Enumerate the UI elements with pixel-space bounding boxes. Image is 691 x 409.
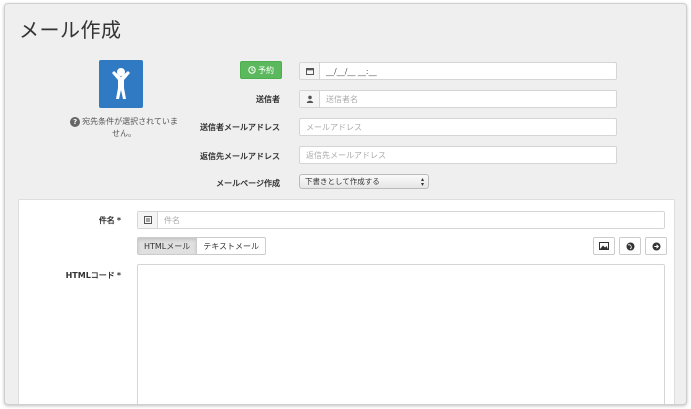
subject-placeholder: 件名 bbox=[164, 215, 180, 225]
clock-icon bbox=[248, 66, 256, 74]
tab-text-mail[interactable]: テキストメール bbox=[197, 237, 267, 255]
mail-type-tabs: HTMLメール テキストメール bbox=[137, 237, 267, 255]
subject-field[interactable]: 件名 bbox=[137, 211, 665, 229]
tab-html-mail[interactable]: HTMLメール bbox=[137, 237, 198, 255]
sender-name-field[interactable]: 送信者名 bbox=[299, 90, 617, 108]
reserve-button[interactable]: 予約 bbox=[240, 61, 282, 79]
datetime-field[interactable]: __/__/__ __:__ bbox=[299, 62, 617, 80]
sender-email-field[interactable]: メールアドレス bbox=[299, 118, 617, 136]
globe-button[interactable] bbox=[619, 237, 641, 255]
datetime-placeholder: __/__/__ __:__ bbox=[326, 66, 377, 76]
select-arrows-icon: ▴ ▾ bbox=[420, 175, 424, 188]
editor-panel: 件名 * 件名 HTMLメール テキストメール HTMLコード * bbox=[18, 199, 675, 404]
reply-email-field[interactable]: 返信先メールアドレス bbox=[299, 146, 617, 164]
sender-email-placeholder: メールアドレス bbox=[306, 122, 362, 132]
subject-label: 件名 * bbox=[98, 216, 121, 225]
reply-email-placeholder: 返信先メールアドレス bbox=[306, 150, 386, 160]
page-title: メール作成 bbox=[19, 18, 122, 42]
calendar-icon bbox=[300, 63, 320, 79]
reserve-label: 予約 bbox=[258, 65, 274, 75]
reply-email-label: 返信先メールアドレス bbox=[200, 152, 280, 161]
sender-email-label: 送信者メールアドレス bbox=[200, 123, 280, 132]
html-code-textarea[interactable] bbox=[137, 264, 665, 404]
insert-image-button[interactable] bbox=[593, 237, 615, 255]
image-icon bbox=[599, 242, 609, 250]
mail-compose-window: メール作成 ? 宛先条件が選択されていません。 予約 __/__/__ __:__… bbox=[4, 3, 687, 405]
mail-page-select[interactable]: 下書きとして作成する ▴ ▾ bbox=[299, 174, 429, 189]
sender-label: 送信者 bbox=[256, 95, 280, 104]
question-icon: ? bbox=[70, 116, 81, 127]
next-button[interactable] bbox=[645, 237, 667, 255]
mail-page-selected: 下書きとして作成する bbox=[305, 177, 380, 186]
subject-icon bbox=[138, 212, 158, 228]
user-icon bbox=[300, 91, 320, 107]
arrow-right-icon bbox=[652, 242, 660, 250]
html-code-label: HTMLコード * bbox=[65, 271, 121, 280]
sender-name-placeholder: 送信者名 bbox=[326, 94, 358, 104]
mail-page-label: メールページ作成 bbox=[216, 179, 280, 188]
globe-icon bbox=[626, 242, 634, 250]
